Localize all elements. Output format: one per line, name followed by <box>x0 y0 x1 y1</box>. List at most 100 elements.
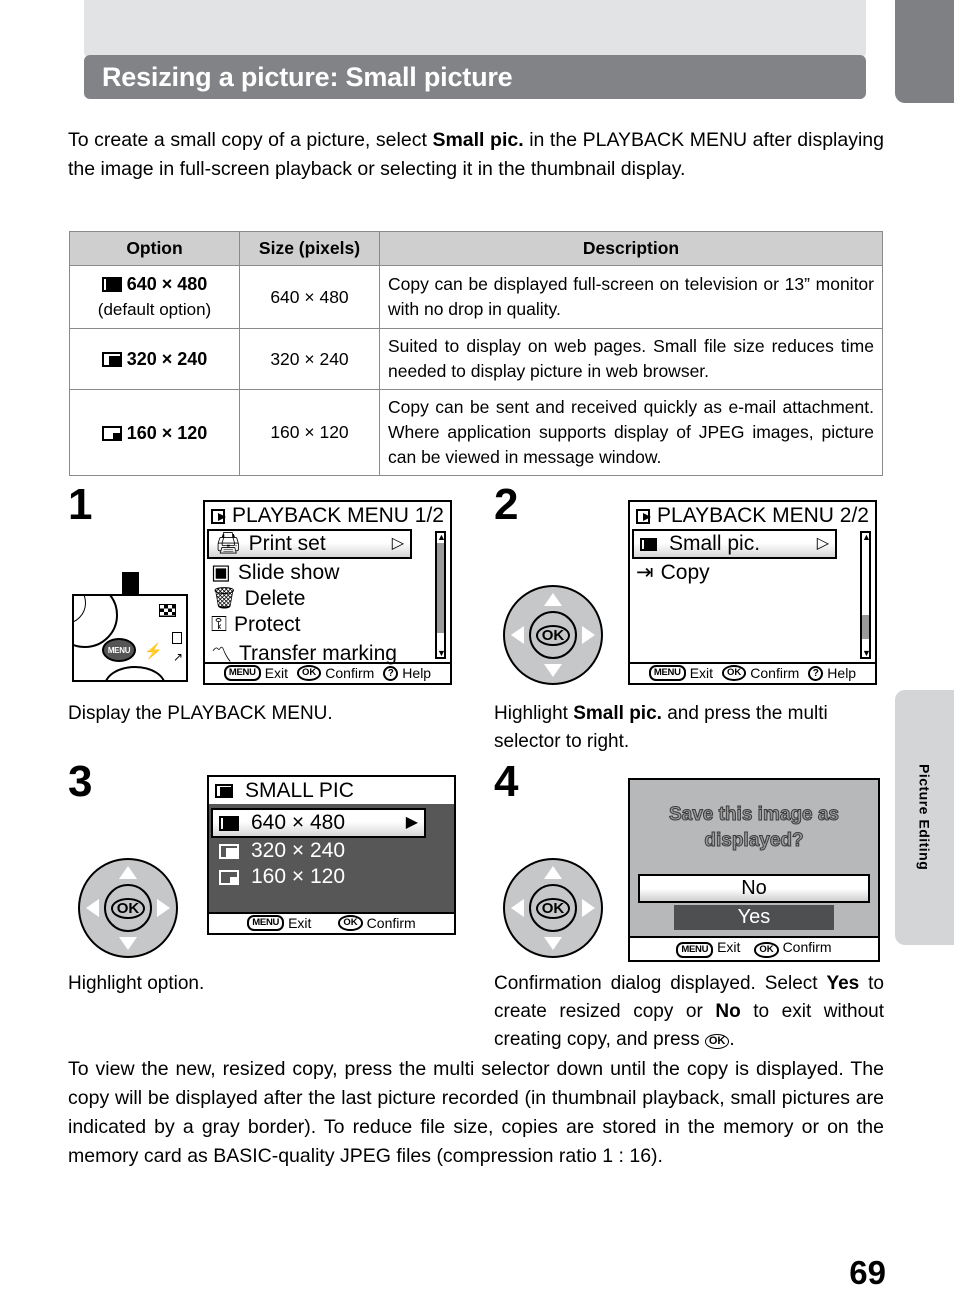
table-cell-description: Copy can be sent and received quickly as… <box>379 389 883 476</box>
help-key-icon: ? <box>808 665 824 681</box>
footer-label: Confirm <box>750 665 800 681</box>
print-set-icon: 🖨 <box>215 532 242 555</box>
multi-selector-step4[interactable]: OK <box>503 858 603 958</box>
chevron-right-icon: ▶ <box>405 814 418 831</box>
page-number: 69 <box>849 1254 886 1291</box>
multi-selector-down-icon[interactable] <box>119 937 137 950</box>
menu-item-label: Print set <box>248 532 326 555</box>
multi-selector-left-icon[interactable] <box>511 626 524 644</box>
option-320x240[interactable]: 320 × 240 <box>209 838 454 864</box>
ok-button[interactable]: OK <box>529 611 577 659</box>
menu-item-slide-show[interactable]: ▣ Slide show <box>205 559 450 586</box>
scroll-down-arrow-icon[interactable]: ▼ <box>437 649 446 658</box>
footer-label: Confirm <box>782 939 832 955</box>
playback-mode-icon <box>211 508 226 524</box>
menu-item-small-pic[interactable]: Small pic. ▷ <box>632 529 837 559</box>
lcd-title-step3: SMALL PIC <box>209 777 454 804</box>
option-160x120[interactable]: 160 × 120 <box>209 864 454 890</box>
caption-part1: Confirmation dialog displayed. Select <box>494 973 827 994</box>
ok-button-label: OK <box>110 897 146 919</box>
table-cell-size: 320 × 240 <box>239 328 380 390</box>
menu-scrollbar[interactable]: ▲ ▼ <box>435 531 446 659</box>
lcd-footer-step3: MENU Exit OK Confirm <box>209 912 454 933</box>
multi-selector-right-icon[interactable] <box>157 899 170 917</box>
menu-key-icon: MENU <box>648 665 686 681</box>
table-cell-size: 640 × 480 <box>239 265 380 329</box>
multi-selector-right-icon[interactable] <box>582 626 595 644</box>
option-label: 160 × 120 <box>126 422 208 443</box>
multi-selector-step3[interactable]: OK <box>78 858 178 958</box>
page-title: Resizing a picture: Small picture <box>102 61 513 92</box>
scrollbar-thumb[interactable] <box>437 543 444 633</box>
scroll-up-arrow-icon[interactable]: ▲ <box>862 533 871 542</box>
ok-key-icon: OK <box>754 942 779 958</box>
camera-top-illustration: MENU ⚡ ↗ <box>72 594 188 682</box>
menu-item-copy[interactable]: ⇥ Copy <box>630 559 875 586</box>
lcd-body-step2: ▲ ▼ Small pic. ▷ ⇥ Copy <box>630 529 875 662</box>
footer-confirm[interactable]: OK Confirm <box>338 915 416 931</box>
menu-scrollbar[interactable]: ▲ ▼ <box>860 531 871 659</box>
menu-item-delete[interactable]: 🗑 Delete <box>205 586 450 612</box>
option-label: 640 × 480 <box>251 811 346 834</box>
footer-label: Help <box>827 665 857 681</box>
multi-selector-up-icon[interactable] <box>544 593 562 606</box>
footer-confirm[interactable]: OK Confirm <box>754 939 832 958</box>
outro-paragraph: To view the new, resized copy, press the… <box>68 1058 884 1167</box>
frame-160-icon <box>101 425 122 441</box>
table-header-option: Option <box>69 231 240 266</box>
footer-confirm[interactable]: OK Confirm <box>722 665 799 681</box>
caption-bold-yes: Yes <box>826 973 860 994</box>
lcd-body-step3: 640 × 480 ▶ 320 × 240 160 × 120 <box>209 804 454 912</box>
small-pic-icon <box>215 784 233 798</box>
step-2-caption: Highlight Small pic. and press the multi… <box>494 700 884 756</box>
option-label: 640 × 480 <box>126 274 208 294</box>
step-4-caption: Confirmation dialog displayed. Select Ye… <box>494 970 884 1054</box>
table-cell-size: 160 × 120 <box>239 389 380 476</box>
ok-key-icon: OK <box>338 915 363 931</box>
multi-selector-down-icon[interactable] <box>544 937 562 950</box>
multi-selector-up-icon[interactable] <box>119 866 137 879</box>
scrollbar-thumb[interactable] <box>862 615 869 639</box>
footer-exit[interactable]: MENU Exit <box>676 939 740 958</box>
flash-icon: ⚡ <box>144 643 163 660</box>
step-number-1: 1 <box>68 480 93 529</box>
multi-selector-left-icon[interactable] <box>86 899 99 917</box>
footer-exit[interactable]: MENU Exit <box>247 915 311 931</box>
scroll-up-arrow-icon[interactable]: ▲ <box>437 533 446 542</box>
dialog-footer: MENU Exit OK Confirm <box>630 936 878 960</box>
option-label: 320 × 240 <box>251 839 346 862</box>
small-pic-icon <box>640 537 657 551</box>
footer-exit[interactable]: MENU Exit <box>648 665 713 681</box>
frame-640-icon <box>101 277 122 292</box>
multi-selector-down-icon[interactable] <box>544 664 562 677</box>
multi-selector-right-icon[interactable] <box>582 899 595 917</box>
dialog-option-no[interactable]: No <box>638 874 870 903</box>
ok-button[interactable]: OK <box>529 884 577 932</box>
table-row: 640 × 480 (default option) 640 × 480 Cop… <box>69 265 883 329</box>
frame-160-icon <box>219 869 239 885</box>
footer-help[interactable]: ? Help <box>808 665 856 681</box>
caption-bold-no: No <box>715 1001 741 1022</box>
menu-button-icon: MENU <box>102 638 136 662</box>
dialog-option-yes[interactable]: Yes <box>674 905 834 930</box>
option-sublabel: (default option) <box>97 300 212 319</box>
ok-button[interactable]: OK <box>104 884 152 932</box>
scroll-down-arrow-icon[interactable]: ▼ <box>862 649 871 658</box>
ok-button-label: OK <box>535 624 571 646</box>
page-title-bar: Resizing a picture: Small picture <box>84 55 866 99</box>
menu-key-icon: MENU <box>676 942 714 958</box>
intro-bold-small-pic: Small pic. <box>432 129 524 151</box>
multi-selector-left-icon[interactable] <box>511 899 524 917</box>
menu-item-protect[interactable]: ⚿ Protect <box>205 612 450 638</box>
menu-item-label: Transfer marking <box>239 642 397 665</box>
frame-320-icon <box>101 352 122 367</box>
menu-item-transfer-marking[interactable]: 〽 Transfer marking <box>205 638 450 670</box>
table-header-description: Description <box>379 231 883 266</box>
menu-item-print-set[interactable]: 🖨 Print set ▷ <box>207 529 412 559</box>
multi-selector-up-icon[interactable] <box>544 866 562 879</box>
multi-selector-step2[interactable]: OK <box>503 585 603 685</box>
table-header-row: Option Size (pixels) Description <box>69 231 883 266</box>
chapter-side-tab: Picture Editing <box>895 690 954 945</box>
table-cell-option: 640 × 480 (default option) <box>69 265 240 329</box>
option-640x480[interactable]: 640 × 480 ▶ <box>211 808 426 838</box>
